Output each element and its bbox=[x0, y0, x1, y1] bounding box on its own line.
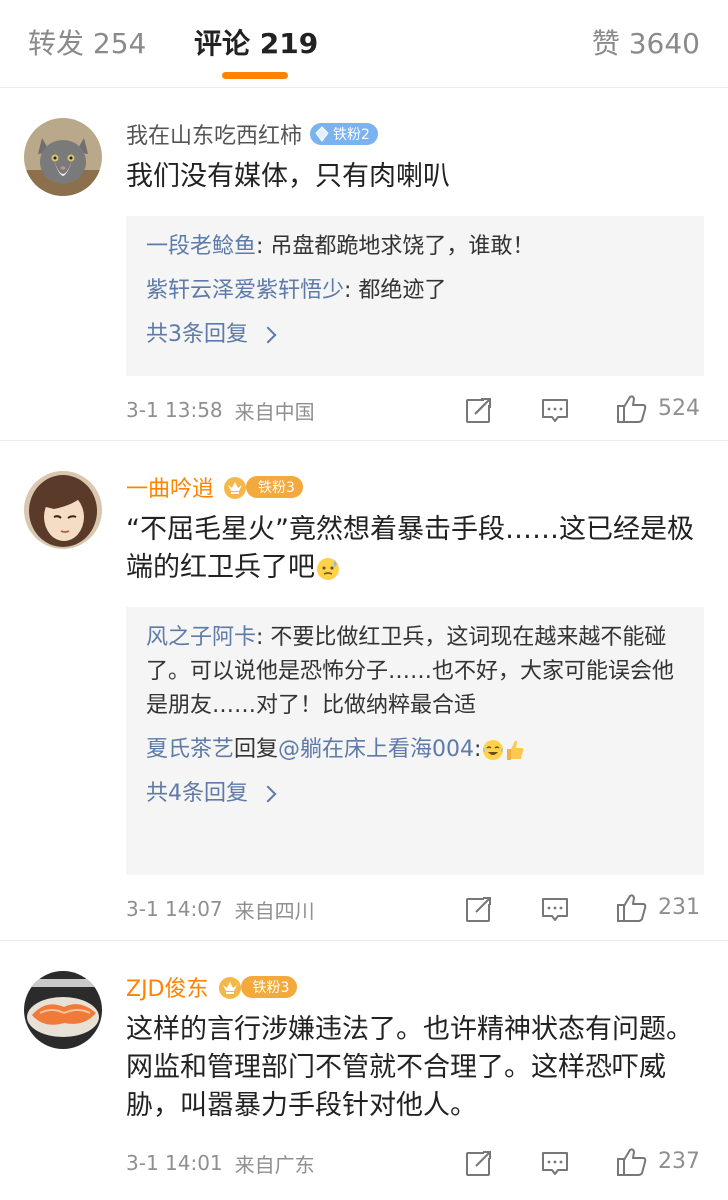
comment-item: 一曲吟逍 铁粉3 “不屈毛星火”竟然想着暴击手段……这已经是极端的红卫兵了吧 风… bbox=[0, 440, 728, 940]
reply-user-name[interactable]: 紫轩云泽爱紫轩悟少 bbox=[146, 278, 344, 303]
comment-icon[interactable] bbox=[540, 1148, 570, 1178]
more-replies-label: 共4条回复 bbox=[146, 781, 248, 806]
comment-location: 来自四川 bbox=[234, 898, 315, 923]
comment-user-name[interactable]: 一曲吟逍 bbox=[126, 471, 214, 503]
comment-text: “不屈毛星火”竟然想着暴击手段……这已经是极端的红卫兵了吧 bbox=[126, 511, 706, 587]
comment-tabs: 转发 254 评论 219 赞 3640 bbox=[0, 0, 728, 88]
comment-time: 3-1 13:58 bbox=[126, 398, 223, 422]
thumbs-up-emoji-icon bbox=[507, 740, 524, 760]
comment-location: 来自广东 bbox=[234, 1152, 315, 1177]
comment-icon[interactable] bbox=[540, 894, 570, 924]
comment-text: 我们没有媒体，只有肉喇叭 bbox=[126, 161, 450, 192]
share-icon[interactable] bbox=[464, 395, 494, 425]
cold-sweat-emoji-icon bbox=[317, 557, 339, 580]
tab-likes[interactable]: 赞 3640 bbox=[592, 26, 700, 62]
thumbs-up-icon[interactable] bbox=[616, 393, 648, 425]
more-replies-link[interactable]: 共3条回复 bbox=[146, 318, 684, 352]
chevron-right-icon bbox=[259, 785, 277, 803]
thumbs-up-icon[interactable] bbox=[616, 892, 648, 924]
comment-header: 一曲吟逍 铁粉3 bbox=[126, 471, 303, 503]
active-tab-indicator bbox=[222, 72, 288, 79]
reply-item: 风之子阿卡: 不要比做红卫兵，这词现在越来越不能碰了。可以说他是恐怖分子……也不… bbox=[146, 621, 684, 723]
reply-item: 夏氏茶艺回复@躺在床上看海004: bbox=[146, 733, 684, 767]
share-icon[interactable] bbox=[464, 894, 494, 924]
reply-verb: 回复 bbox=[234, 737, 279, 762]
cat-avatar-icon[interactable] bbox=[24, 118, 102, 196]
comment-text: 这样的言行涉嫌违法了。也许精神状态有问题。网监和管理部门不管就不合理了。这样恐吓… bbox=[126, 1014, 693, 1121]
reply-text: : 吊盘都跪地求饶了，谁敢！ bbox=[256, 234, 535, 259]
fan-badge-label: 铁粉3 bbox=[252, 980, 290, 996]
comment-time: 3-1 14:07 bbox=[126, 897, 223, 921]
comment-item: 我在山东吃西红柿 铁粉2 我们没有媒体，只有肉喇叭 一段老鲶鱼: 吊盘都跪地求饶… bbox=[0, 88, 728, 440]
like-count: 231 bbox=[658, 895, 700, 920]
laugh-cry-emoji-icon bbox=[483, 740, 504, 760]
tab-repost[interactable]: 转发 254 bbox=[28, 26, 146, 62]
comment-icon[interactable] bbox=[540, 395, 570, 425]
fan-badge: 铁粉3 bbox=[246, 476, 303, 498]
comment-location: 来自中国 bbox=[234, 399, 315, 424]
fan-badge-label: 铁粉3 bbox=[258, 480, 295, 496]
more-replies-link[interactable]: 共4条回复 bbox=[146, 777, 684, 811]
reply-text: : bbox=[474, 737, 482, 762]
comment-text-content: “不屈毛星火”竟然想着暴击手段……这已经是极端的红卫兵了吧 bbox=[126, 514, 694, 583]
reply-box[interactable]: 风之子阿卡: 不要比做红卫兵，这词现在越来越不能碰了。可以说他是恐怖分子……也不… bbox=[126, 607, 704, 875]
reply-user-name[interactable]: 夏氏茶艺 bbox=[146, 737, 234, 762]
comment-actions: 524 bbox=[456, 390, 706, 430]
comment-meta: 3-1 14:07 来自四川 bbox=[126, 893, 315, 925]
cartoon-girl-avatar-icon[interactable] bbox=[24, 471, 102, 549]
comment-meta: 3-1 13:58 来自中国 bbox=[126, 394, 315, 426]
reply-user-name[interactable]: 一段老鲶鱼 bbox=[146, 234, 256, 259]
comment-time: 3-1 14:01 bbox=[126, 1151, 223, 1175]
comment-user-name[interactable]: 我在山东吃西红柿 bbox=[126, 118, 302, 150]
crown-icon bbox=[218, 977, 241, 999]
tab-comments[interactable]: 评论 219 bbox=[194, 26, 318, 62]
comment-user-name[interactable]: ZJD俊东 bbox=[126, 971, 209, 1003]
comment-actions: 231 bbox=[456, 889, 706, 929]
like-count: 524 bbox=[658, 396, 700, 421]
more-replies-label: 共3条回复 bbox=[146, 322, 248, 347]
chevron-right-icon bbox=[259, 326, 277, 344]
reply-item: 紫轩云泽爱紫轩悟少: 都绝迹了 bbox=[146, 274, 684, 308]
reply-item: 一段老鲶鱼: 吊盘都跪地求饶了，谁敢！ bbox=[146, 230, 684, 264]
fan-badge: 铁粉2 bbox=[310, 123, 378, 145]
reply-user-name[interactable]: 风之子阿卡 bbox=[146, 625, 256, 650]
reply-box[interactable]: 一段老鲶鱼: 吊盘都跪地求饶了，谁敢！ 紫轩云泽爱紫轩悟少: 都绝迹了 共3条回… bbox=[126, 216, 704, 376]
fan-badge: 铁粉3 bbox=[240, 976, 298, 998]
comment-header: ZJD俊东 铁粉3 bbox=[126, 971, 298, 1003]
fan-badge-label: 铁粉2 bbox=[333, 127, 370, 143]
comment-actions: 237 bbox=[456, 1143, 706, 1183]
comment-header: 我在山东吃西红柿 铁粉2 bbox=[126, 118, 378, 150]
comment-item: ZJD俊东 铁粉3 这样的言行涉嫌违法了。也许精神状态有问题。网监和管理部门不管… bbox=[0, 940, 728, 1200]
comment-meta: 3-1 14:01 来自广东 bbox=[126, 1147, 315, 1179]
reply-text: : 都绝迹了 bbox=[344, 278, 447, 303]
crown-icon bbox=[224, 477, 247, 499]
reply-target-user[interactable]: @躺在床上看海004 bbox=[278, 737, 474, 762]
share-icon[interactable] bbox=[464, 1148, 494, 1178]
diamond-icon bbox=[315, 126, 329, 142]
like-count: 237 bbox=[658, 1149, 700, 1174]
salmon-food-avatar-icon[interactable] bbox=[24, 971, 102, 1049]
thumbs-up-icon[interactable] bbox=[616, 1146, 648, 1178]
